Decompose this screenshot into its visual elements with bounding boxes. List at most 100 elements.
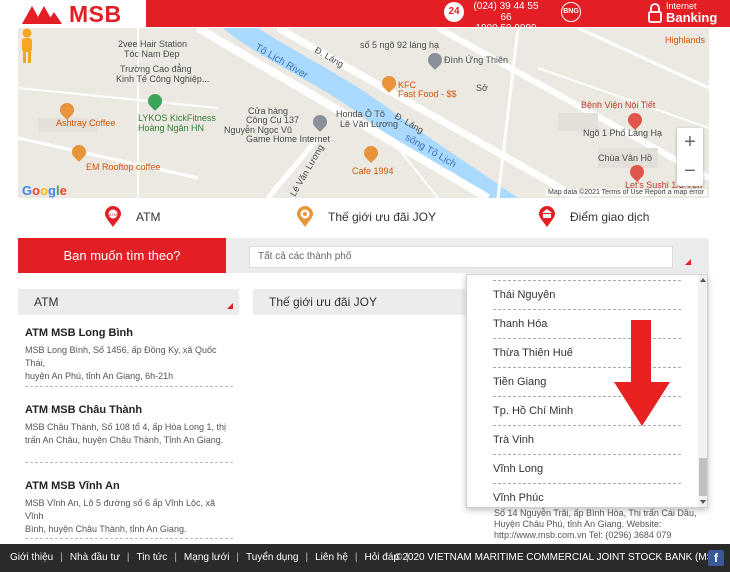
map-label: Ngõ 1 Phố Láng Hạ	[583, 128, 663, 138]
category-atm-label: ATM	[136, 210, 161, 224]
footer-link[interactable]: Liên hệ	[315, 544, 348, 572]
select-arrow-icon[interactable]	[685, 259, 691, 265]
scrollbar-thumb[interactable]	[699, 458, 707, 496]
logo[interactable]: MSB	[0, 0, 146, 27]
footer: Giới thiệu | Nhà đầu tư | Tin tức | Mạng lư…	[0, 544, 730, 572]
branch-pin-icon	[539, 206, 555, 227]
zoom-control: + −	[677, 128, 703, 186]
divider	[25, 462, 233, 463]
category-atm[interactable]: ATM ATM	[104, 204, 160, 230]
footer-link[interactable]: Tuyển dụng	[246, 544, 298, 572]
branch-address-line: Số 14 Nguyễn Trãi, ấp Bình Hòa, Thị trấn…	[494, 508, 697, 518]
map-label: Ashtray Coffee	[56, 118, 116, 128]
city-dropdown-list[interactable]: Thái Nguyên Thanh Hóa Thừa Thiên Huế Tiề…	[466, 274, 708, 508]
footer-separator: |	[354, 552, 358, 563]
footer-link[interactable]: Hỏi đáp	[365, 544, 399, 572]
map-label: Highlands	[665, 35, 706, 45]
google-logo[interactable]: Google	[22, 183, 67, 198]
footer-link[interactable]: Tin tức	[137, 544, 168, 572]
hotline-24-icon: 24	[444, 2, 464, 22]
footer-link[interactable]: Mạng lưới	[184, 544, 230, 572]
joy-column-select[interactable]: Thế giới ưu đãi JOY	[253, 289, 465, 315]
map-label: Đình Ứng Thiên	[444, 55, 509, 65]
map-label: Sở	[476, 83, 488, 93]
category-transaction-label: Điểm giao dịch	[570, 210, 650, 224]
dropdown-option[interactable]: Trà Vinh	[493, 426, 683, 455]
footer-separator: |	[305, 552, 309, 563]
google-map[interactable]: 2vee Hair Station Tóc Nam Đẹp Trường Cao…	[18, 28, 709, 198]
map-label: LYKOS KickFitness	[138, 113, 216, 123]
divider	[25, 538, 233, 539]
msb-logo-icon	[22, 6, 62, 24]
footer-separator: |	[236, 552, 240, 563]
category-joy-label: Thế giới ưu đãi JOY	[328, 210, 436, 224]
page: MSB 24 (024) 39 44 55 66 1800 59 9999 BN…	[0, 0, 730, 572]
category-transaction[interactable]: Điểm giao dịch	[538, 204, 649, 230]
search-bar: Bạn muốn tìm theo? Tất cả các thành phố	[18, 238, 709, 273]
atm-pin-icon: ATM	[105, 206, 121, 227]
branch-address-line: http://www.msb.com.vn Tel: (0296) 3684 0…	[494, 530, 672, 540]
bng-icon[interactable]: BNG	[561, 2, 581, 22]
list-item[interactable]: ATM MSB Vĩnh An MSB Vĩnh An, Lô 5 đường …	[25, 480, 235, 536]
pegman-icon[interactable]	[18, 28, 36, 64]
footer-separator: |	[60, 552, 63, 563]
map-label: Cafe 1994	[352, 166, 394, 176]
atm-column-select[interactable]: ATM	[18, 289, 239, 315]
map-label: Hoàng Ngân HN	[138, 123, 205, 133]
facebook-icon[interactable]: f	[708, 550, 724, 566]
lock-icon[interactable]	[648, 3, 662, 23]
map-label: Fast Food - $$	[398, 89, 457, 99]
map-label: Kinh Tế Công Nghiệp...	[116, 74, 210, 84]
atm-address: huyện An Phú, tỉnh An Giang, 6h-21h	[25, 371, 174, 381]
atm-address: trấn An Châu, huyện Châu Thành, Tỉnh An …	[25, 435, 224, 445]
map-label: số 5 ngõ 92 láng hạ	[360, 40, 440, 50]
city-select[interactable]: Tất cả các thành phố	[249, 246, 673, 268]
map-label: EM Rooftop coffee	[86, 162, 161, 172]
dropdown-option[interactable]: Vĩnh Phúc	[493, 484, 683, 507]
map-label: Honda Ô Tô	[336, 109, 385, 119]
map-label: Trường Cao đẳng	[120, 64, 192, 74]
internet-banking-bottom: Banking	[666, 10, 718, 25]
joy-pin-icon	[297, 206, 313, 227]
atm-address: MSB Vĩnh An, Lô 5 đường số 6 ấp Vĩnh Lộc…	[25, 498, 216, 521]
internet-banking-link[interactable]: Internet Banking	[666, 1, 718, 25]
atm-column-label: ATM	[34, 295, 59, 309]
brand-name: MSB	[69, 1, 122, 27]
search-title: Bạn muốn tìm theo?	[18, 238, 226, 273]
zoom-in-button[interactable]: +	[677, 128, 703, 157]
branch-address-line: Huyện Châu Phú, tỉnh An Giang. Website:	[494, 519, 662, 529]
footer-link[interactable]: Giới thiệu	[10, 544, 53, 572]
category-joy[interactable]: Thế giới ưu đãi JOY	[296, 204, 436, 230]
footer-links: Giới thiệu | Nhà đầu tư | Tin tức | Mạng lư…	[10, 544, 416, 572]
map-label: 2vee Hair Station	[118, 39, 188, 49]
dropdown-option[interactable]: Vĩnh Long	[493, 455, 683, 484]
atm-address: MSB Long Bình, Số 1456, ấp Đồng Ky, xã Q…	[25, 345, 217, 368]
atm-name: ATM MSB Long Bình	[25, 327, 133, 339]
atm-name: ATM MSB Vĩnh An	[25, 480, 120, 492]
atm-name: ATM MSB Châu Thành	[25, 404, 143, 416]
copyright-text: ©2020 VIETNAM MARITIME COMMERCIAL JOINT …	[395, 552, 724, 563]
scroll-up-icon[interactable]	[700, 278, 706, 282]
atm-address: MSB Châu Thành, Số 108 tổ 4, ấp Hòa Long…	[25, 422, 226, 432]
branch-address: Số 14 Nguyễn Trãi, ấp Bình Hòa, Thị trấn…	[494, 508, 704, 541]
map-attribution[interactable]: Map data ©2021 Terms of Use Report a map…	[545, 189, 707, 196]
list-item[interactable]: ATM MSB Châu Thành MSB Châu Thành, Số 10…	[25, 404, 235, 447]
zoom-out-button[interactable]: −	[677, 157, 703, 186]
list-item[interactable]: ATM MSB Long Bình MSB Long Bình, Số 1456…	[25, 327, 235, 383]
map-label: Bệnh Viện Nội Tiết	[581, 100, 656, 110]
footer-separator: |	[174, 552, 177, 563]
map-label: Tóc Nam Đẹp	[124, 49, 180, 59]
corner-arrow-icon	[227, 303, 233, 309]
map-label: Chùa Vân Hồ	[598, 153, 653, 163]
down-arrow-icon	[614, 320, 670, 426]
scroll-down-icon[interactable]	[700, 500, 706, 504]
footer-link[interactable]: Nhà đầu tư	[70, 544, 120, 572]
hotline-number: (024) 39 44 55 66	[473, 1, 539, 23]
map-label: Lê Văn Lương	[340, 119, 398, 129]
map-label: Công Cụ 137	[246, 115, 300, 125]
dropdown-option[interactable]: Thái Nguyên	[493, 281, 683, 310]
header-bar: MSB 24 (024) 39 44 55 66 1800 59 9999 BN…	[0, 0, 730, 34]
joy-column-label: Thế giới ưu đãi JOY	[269, 295, 377, 309]
dropdown-scrollbar[interactable]	[698, 275, 707, 507]
svg-text:ATM: ATM	[109, 212, 117, 217]
